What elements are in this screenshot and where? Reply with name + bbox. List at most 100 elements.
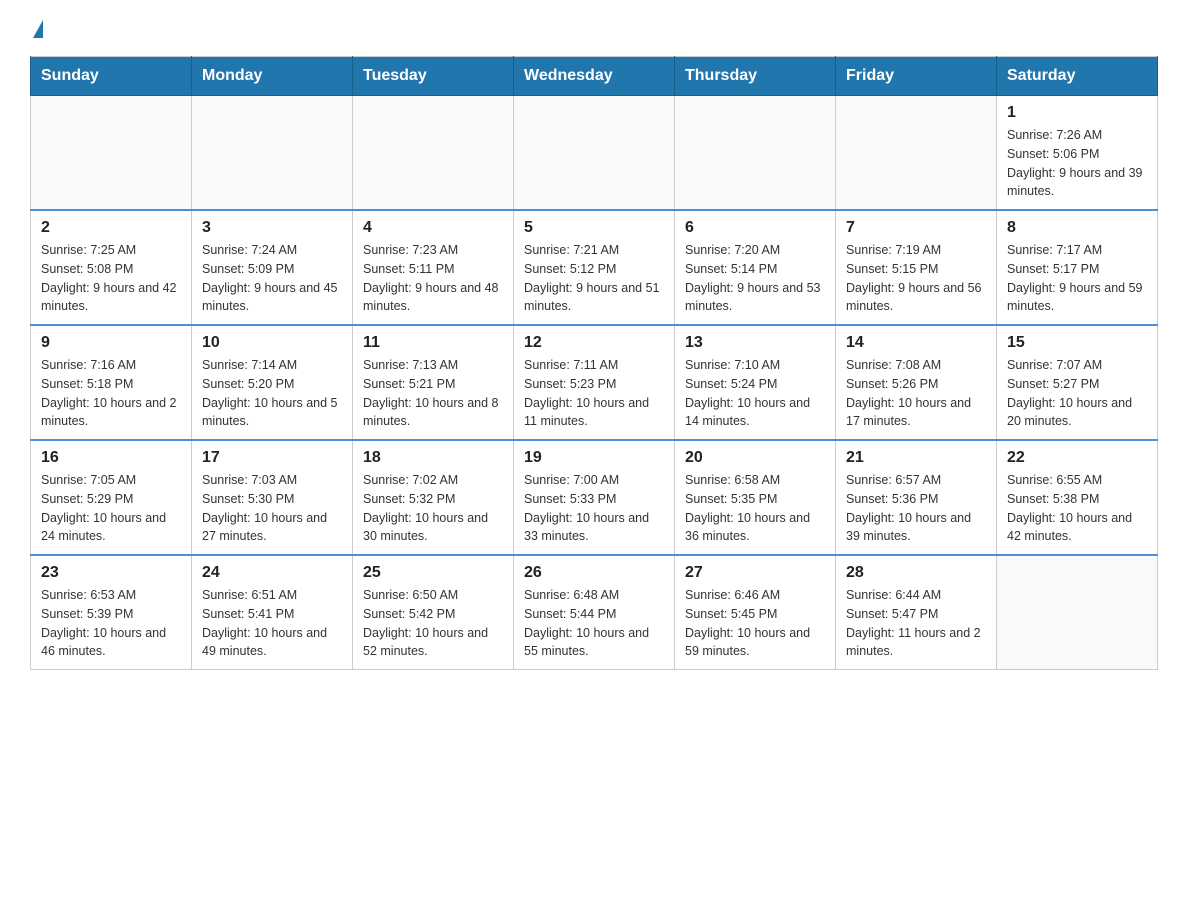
day-sun-info: Sunrise: 6:55 AMSunset: 5:38 PMDaylight:… [1007,471,1147,546]
day-header-monday: Monday [192,57,353,96]
logo [30,20,43,40]
day-number: 21 [846,449,986,467]
day-sun-info: Sunrise: 7:05 AMSunset: 5:29 PMDaylight:… [41,471,181,546]
calendar-header-row: SundayMondayTuesdayWednesdayThursdayFrid… [31,57,1158,96]
day-number: 3 [202,219,342,237]
calendar-cell: 17 Sunrise: 7:03 AMSunset: 5:30 PMDayligh… [192,440,353,555]
calendar-cell: 11 Sunrise: 7:13 AMSunset: 5:21 PMDayligh… [353,325,514,440]
day-sun-info: Sunrise: 6:58 AMSunset: 5:35 PMDaylight:… [685,471,825,546]
day-sun-info: Sunrise: 7:10 AMSunset: 5:24 PMDaylight:… [685,356,825,431]
day-number: 24 [202,564,342,582]
day-number: 23 [41,564,181,582]
day-sun-info: Sunrise: 7:02 AMSunset: 5:32 PMDaylight:… [363,471,503,546]
calendar-cell: 12Sunrise: 7:11 AMSunset: 5:23 PMDayligh… [514,325,675,440]
day-sun-info: Sunrise: 6:46 AMSunset: 5:45 PMDaylight:… [685,586,825,661]
day-number: 15 [1007,334,1147,352]
calendar-cell: 4 Sunrise: 7:23 AMSunset: 5:11 PMDaylight… [353,210,514,325]
logo-triangle-icon [33,20,43,38]
day-sun-info: Sunrise: 7:24 AMSunset: 5:09 PMDaylight:… [202,241,342,316]
calendar-cell: 21 Sunrise: 6:57 AMSunset: 5:36 PMDayligh… [836,440,997,555]
calendar-week-row: 9Sunrise: 7:16 AMSunset: 5:18 PMDaylight… [31,325,1158,440]
day-sun-info: Sunrise: 6:44 AMSunset: 5:47 PMDaylight:… [846,586,986,661]
day-header-sunday: Sunday [31,57,192,96]
calendar-cell: 2 Sunrise: 7:25 AMSunset: 5:08 PMDaylight… [31,210,192,325]
day-header-friday: Friday [836,57,997,96]
day-sun-info: Sunrise: 7:03 AMSunset: 5:30 PMDaylight:… [202,471,342,546]
day-number: 8 [1007,219,1147,237]
day-sun-info: Sunrise: 7:13 AMSunset: 5:21 PMDaylight:… [363,356,503,431]
day-sun-info: Sunrise: 7:00 AMSunset: 5:33 PMDaylight:… [524,471,664,546]
day-header-thursday: Thursday [675,57,836,96]
page-header [30,20,1158,40]
calendar-cell: 14 Sunrise: 7:08 AMSunset: 5:26 PMDayligh… [836,325,997,440]
day-number: 1 [1007,104,1147,122]
calendar-week-row: 23 Sunrise: 6:53 AMSunset: 5:39 PMDayligh… [31,555,1158,670]
day-header-wednesday: Wednesday [514,57,675,96]
day-number: 10 [202,334,342,352]
calendar-cell: 25 Sunrise: 6:50 AMSunset: 5:42 PMDayligh… [353,555,514,670]
calendar-cell: 5 Sunrise: 7:21 AMSunset: 5:12 PMDaylight… [514,210,675,325]
calendar-cell [675,96,836,211]
calendar-week-row: 1 Sunrise: 7:26 AMSunset: 5:06 PMDaylight… [31,96,1158,211]
calendar-cell: 18 Sunrise: 7:02 AMSunset: 5:32 PMDayligh… [353,440,514,555]
calendar-cell: 3 Sunrise: 7:24 AMSunset: 5:09 PMDaylight… [192,210,353,325]
calendar-cell: 28 Sunrise: 6:44 AMSunset: 5:47 PMDayligh… [836,555,997,670]
calendar-cell: 22 Sunrise: 6:55 AMSunset: 5:38 PMDayligh… [997,440,1158,555]
calendar-cell [997,555,1158,670]
day-number: 7 [846,219,986,237]
day-header-saturday: Saturday [997,57,1158,96]
calendar-cell [836,96,997,211]
day-sun-info: Sunrise: 7:25 AMSunset: 5:08 PMDaylight:… [41,241,181,316]
calendar-week-row: 16 Sunrise: 7:05 AMSunset: 5:29 PMDayligh… [31,440,1158,555]
calendar-cell: 16 Sunrise: 7:05 AMSunset: 5:29 PMDayligh… [31,440,192,555]
day-number: 4 [363,219,503,237]
day-number: 11 [363,334,503,352]
day-sun-info: Sunrise: 6:53 AMSunset: 5:39 PMDaylight:… [41,586,181,661]
day-sun-info: Sunrise: 6:48 AMSunset: 5:44 PMDaylight:… [524,586,664,661]
day-sun-info: Sunrise: 7:07 AMSunset: 5:27 PMDaylight:… [1007,356,1147,431]
day-sun-info: Sunrise: 6:57 AMSunset: 5:36 PMDaylight:… [846,471,986,546]
calendar-cell: 15 Sunrise: 7:07 AMSunset: 5:27 PMDayligh… [997,325,1158,440]
day-sun-info: Sunrise: 7:19 AMSunset: 5:15 PMDaylight:… [846,241,986,316]
calendar-cell: 6 Sunrise: 7:20 AMSunset: 5:14 PMDaylight… [675,210,836,325]
calendar-cell: 7 Sunrise: 7:19 AMSunset: 5:15 PMDaylight… [836,210,997,325]
calendar-cell: 26 Sunrise: 6:48 AMSunset: 5:44 PMDayligh… [514,555,675,670]
calendar-cell [514,96,675,211]
day-sun-info: Sunrise: 7:11 AMSunset: 5:23 PMDaylight:… [524,356,664,431]
calendar-cell: 19 Sunrise: 7:00 AMSunset: 5:33 PMDayligh… [514,440,675,555]
calendar-cell: 1 Sunrise: 7:26 AMSunset: 5:06 PMDaylight… [997,96,1158,211]
day-number: 14 [846,334,986,352]
day-sun-info: Sunrise: 7:17 AMSunset: 5:17 PMDaylight:… [1007,241,1147,316]
calendar-table: SundayMondayTuesdayWednesdayThursdayFrid… [30,56,1158,670]
day-number: 17 [202,449,342,467]
day-sun-info: Sunrise: 7:21 AMSunset: 5:12 PMDaylight:… [524,241,664,316]
day-number: 6 [685,219,825,237]
day-sun-info: Sunrise: 7:20 AMSunset: 5:14 PMDaylight:… [685,241,825,316]
day-sun-info: Sunrise: 7:14 AMSunset: 5:20 PMDaylight:… [202,356,342,431]
day-sun-info: Sunrise: 7:16 AMSunset: 5:18 PMDaylight:… [41,356,181,431]
day-number: 5 [524,219,664,237]
day-number: 26 [524,564,664,582]
day-sun-info: Sunrise: 7:08 AMSunset: 5:26 PMDaylight:… [846,356,986,431]
day-number: 25 [363,564,503,582]
calendar-cell: 20 Sunrise: 6:58 AMSunset: 5:35 PMDayligh… [675,440,836,555]
day-number: 16 [41,449,181,467]
day-number: 2 [41,219,181,237]
day-number: 28 [846,564,986,582]
day-number: 27 [685,564,825,582]
day-number: 22 [1007,449,1147,467]
day-number: 20 [685,449,825,467]
calendar-cell: 10 Sunrise: 7:14 AMSunset: 5:20 PMDayligh… [192,325,353,440]
calendar-cell [31,96,192,211]
day-sun-info: Sunrise: 7:23 AMSunset: 5:11 PMDaylight:… [363,241,503,316]
calendar-cell: 13 Sunrise: 7:10 AMSunset: 5:24 PMDayligh… [675,325,836,440]
day-number: 19 [524,449,664,467]
day-sun-info: Sunrise: 7:26 AMSunset: 5:06 PMDaylight:… [1007,126,1147,201]
calendar-cell: 8 Sunrise: 7:17 AMSunset: 5:17 PMDaylight… [997,210,1158,325]
day-number: 13 [685,334,825,352]
calendar-week-row: 2 Sunrise: 7:25 AMSunset: 5:08 PMDaylight… [31,210,1158,325]
day-sun-info: Sunrise: 6:50 AMSunset: 5:42 PMDaylight:… [363,586,503,661]
calendar-cell: 9Sunrise: 7:16 AMSunset: 5:18 PMDaylight… [31,325,192,440]
day-number: 18 [363,449,503,467]
calendar-cell: 24Sunrise: 6:51 AMSunset: 5:41 PMDayligh… [192,555,353,670]
